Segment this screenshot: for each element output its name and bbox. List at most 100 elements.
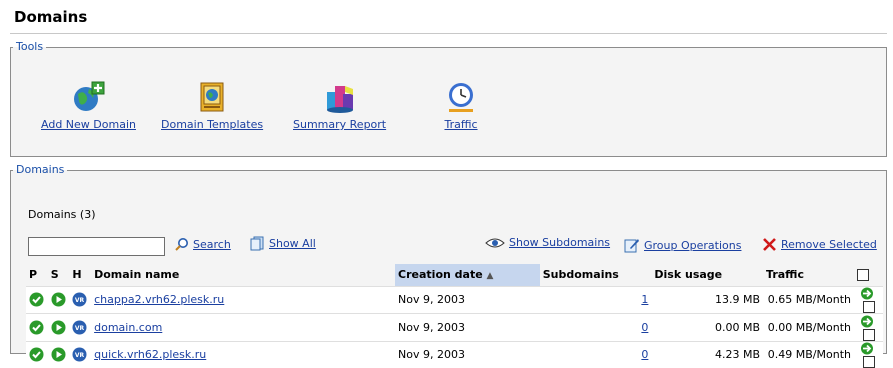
tool-traffic-label[interactable]: Traffic xyxy=(444,118,477,131)
row-select-cell xyxy=(854,340,883,368)
sort-asc-icon: ▲ xyxy=(486,271,494,282)
tools-panel: Tools Add New Domain Domain Templates Su… xyxy=(10,41,887,157)
remove-selected-label[interactable]: Remove Selected xyxy=(781,238,877,251)
group-operations-label[interactable]: Group Operations xyxy=(644,239,741,252)
creation-date-cell: Nov 9, 2003 xyxy=(395,340,540,368)
hosting-vr-icon[interactable]: VR xyxy=(72,347,87,362)
play-icon[interactable] xyxy=(51,320,66,335)
tool-summary-report-label[interactable]: Summary Report xyxy=(293,118,386,131)
row-checkbox[interactable] xyxy=(862,356,875,368)
column-header-s[interactable]: S xyxy=(47,264,70,286)
group-operations-button[interactable]: Group Operations xyxy=(624,237,741,253)
column-header-subdomains[interactable]: Subdomains xyxy=(539,264,652,286)
play-icon[interactable] xyxy=(51,292,66,307)
traffic-value: 0.49 MB/Month xyxy=(767,348,851,362)
tool-domain-templates[interactable]: Domain Templates xyxy=(161,80,263,131)
tool-traffic[interactable]: Traffic xyxy=(444,80,478,131)
row-select-cell xyxy=(854,313,883,341)
eye-icon xyxy=(485,238,505,247)
domains-panel: Domains Domains (3) Search Show All Show… xyxy=(10,163,887,368)
column-header-select-all xyxy=(854,264,883,286)
domain-name-link[interactable]: domain.com xyxy=(94,321,162,334)
disk-usage-cell: 13.9 MB xyxy=(651,285,764,314)
tool-domain-templates-label[interactable]: Domain Templates xyxy=(161,118,263,131)
tool-summary-report[interactable]: Summary Report xyxy=(293,80,386,131)
status-ok-icon[interactable] xyxy=(29,320,44,335)
show-all-icon xyxy=(250,236,264,251)
status-cell-s xyxy=(47,313,70,341)
search-label[interactable]: Search xyxy=(193,238,231,251)
domains-count: Domains (3) xyxy=(28,208,96,221)
status-cell-s xyxy=(47,285,70,314)
traffic-value: 0.65 MB/Month xyxy=(767,293,851,307)
group-operations-icon xyxy=(624,239,639,253)
globe-add-icon xyxy=(74,81,105,111)
traffic-cell: 0.65 MB/Month xyxy=(763,285,854,314)
remove-selected-button[interactable]: Remove Selected xyxy=(762,237,877,252)
subdomains-count-link[interactable]: 1 xyxy=(641,293,648,306)
creation-date-cell: Nov 9, 2003 xyxy=(395,313,540,341)
show-all-button[interactable]: Show All xyxy=(250,236,316,251)
status-ok-icon[interactable] xyxy=(29,292,44,307)
status-cell-s xyxy=(47,340,70,368)
table-header-row: P S H Domain name Creation date ▲ Subdom… xyxy=(26,264,883,286)
row-select-cell xyxy=(854,285,883,314)
column-header-disk-usage[interactable]: Disk usage xyxy=(651,264,764,286)
svg-text:VR: VR xyxy=(75,352,85,359)
report-icon xyxy=(326,86,353,113)
clock-icon xyxy=(449,83,473,112)
select-all-checkbox[interactable] xyxy=(857,269,869,282)
hosting-vr-icon[interactable]: VR xyxy=(72,320,87,335)
status-cell-p xyxy=(26,285,48,314)
domains-legend: Domains xyxy=(16,163,65,176)
subdomains-count-link[interactable]: 0 xyxy=(641,321,648,334)
table-row: VR quick.vrh62.plesk.ru Nov 9, 2003 0 4.23 M… xyxy=(26,340,883,368)
status-cell-h: VR xyxy=(69,340,92,368)
status-cell-h: VR xyxy=(69,285,92,314)
status-ok-icon[interactable] xyxy=(29,347,44,362)
show-subdomains-label[interactable]: Show Subdomains xyxy=(509,236,610,249)
remove-icon xyxy=(763,238,776,251)
domain-name-link[interactable]: quick.vrh62.plesk.ru xyxy=(94,348,206,361)
row-checkbox[interactable] xyxy=(862,328,875,341)
column-header-domain-name[interactable]: Domain name xyxy=(91,264,396,286)
table-row: VR domain.com Nov 9, 2003 0 0.00 MB 0.00 MB/M… xyxy=(26,313,883,341)
template-icon xyxy=(200,82,224,112)
disk-usage-cell: 4.23 MB xyxy=(651,340,764,368)
tool-add-new-domain[interactable]: Add New Domain xyxy=(41,80,136,131)
search-input[interactable] xyxy=(28,237,165,256)
tools-legend: Tools xyxy=(16,40,44,53)
search-button[interactable]: Search xyxy=(175,237,231,251)
column-header-p[interactable]: P xyxy=(26,264,48,286)
play-icon[interactable] xyxy=(51,347,66,362)
go-arrow-icon[interactable] xyxy=(860,342,875,355)
hosting-vr-icon[interactable]: VR xyxy=(72,292,87,307)
domain-name-link[interactable]: chappa2.vrh62.plesk.ru xyxy=(94,293,224,306)
status-cell-p xyxy=(26,313,48,341)
traffic-cell: 0.00 MB/Month xyxy=(763,313,854,341)
go-arrow-icon[interactable] xyxy=(860,287,875,300)
svg-text:VR: VR xyxy=(75,297,85,304)
column-header-creation-date[interactable]: Creation date ▲ xyxy=(395,264,540,286)
subdomains-count-link[interactable]: 0 xyxy=(641,348,648,361)
show-subdomains-button[interactable]: Show Subdomains xyxy=(485,236,610,249)
column-header-h[interactable]: H xyxy=(69,264,92,286)
traffic-cell: 0.49 MB/Month xyxy=(763,340,854,368)
column-header-traffic[interactable]: Traffic xyxy=(763,264,854,286)
search-icon xyxy=(175,238,188,251)
disk-usage-cell: 0.00 MB xyxy=(651,313,764,341)
tool-add-new-domain-label[interactable]: Add New Domain xyxy=(41,118,136,131)
status-cell-h: VR xyxy=(69,313,92,341)
svg-text:VR: VR xyxy=(75,325,85,332)
creation-date-cell: Nov 9, 2003 xyxy=(395,285,540,314)
domains-table: P S H Domain name Creation date ▲ Subdom… xyxy=(26,264,883,368)
creation-date-label: Creation date xyxy=(398,268,483,282)
go-arrow-icon[interactable] xyxy=(860,315,875,328)
title-divider xyxy=(10,33,887,34)
show-all-label[interactable]: Show All xyxy=(269,237,316,250)
table-row: VR chappa2.vrh62.plesk.ru Nov 9, 2003 1 13.9… xyxy=(26,285,883,314)
page-title: Domains xyxy=(14,8,88,26)
status-cell-p xyxy=(26,340,48,368)
traffic-value: 0.00 MB/Month xyxy=(767,320,851,334)
row-checkbox[interactable] xyxy=(862,301,875,313)
